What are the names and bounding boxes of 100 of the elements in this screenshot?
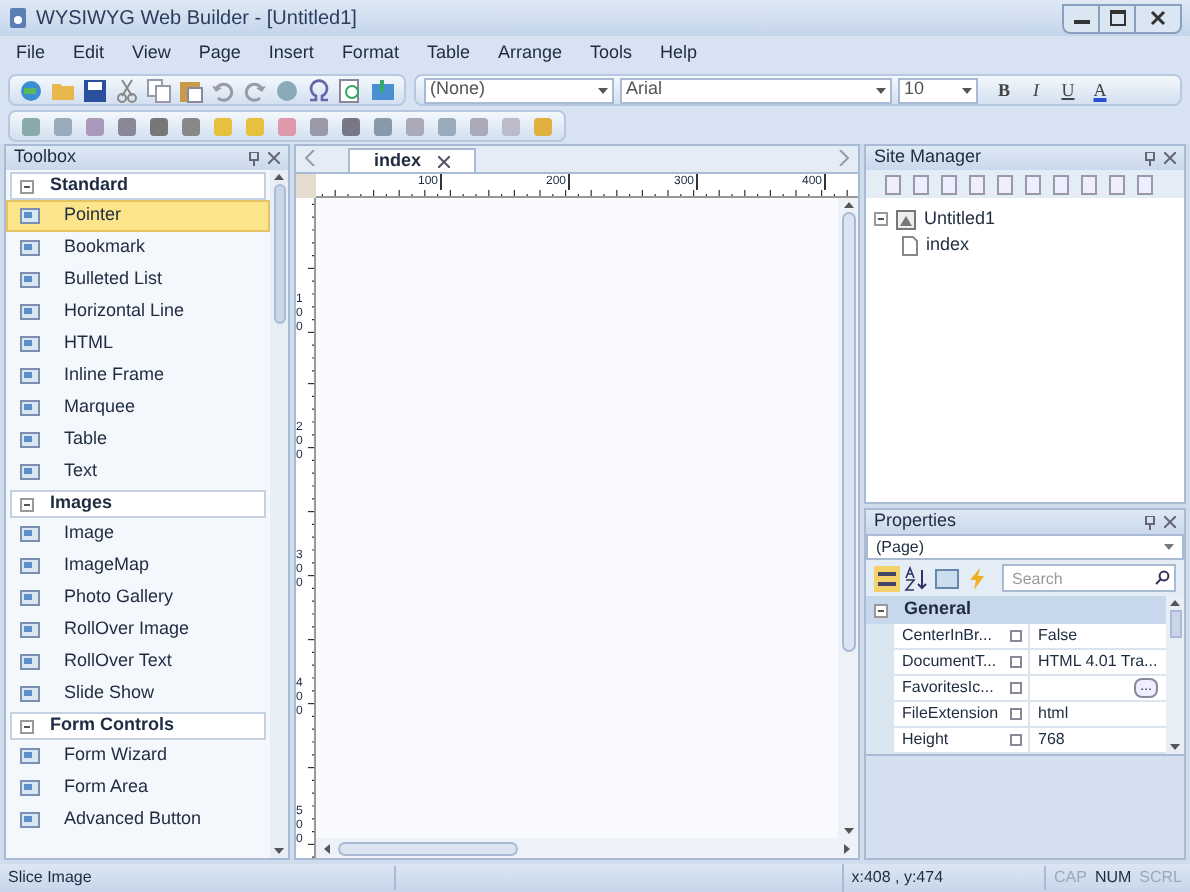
menu-item[interactable]: Table [426, 40, 470, 68]
collapse-icon[interactable] [20, 719, 34, 733]
toolbox-item[interactable]: Marquee [6, 392, 270, 424]
search-field[interactable]: Search [1002, 564, 1176, 592]
object-dropdown[interactable]: (Page) [866, 534, 1184, 560]
maximize-icon [1109, 10, 1125, 26]
collapse-icon[interactable] [874, 603, 888, 617]
window-title: WYSIWYG Web Builder - [Untitled1] [36, 5, 357, 33]
category-header[interactable]: Standard [10, 172, 266, 200]
undo-icon[interactable] [210, 77, 236, 103]
toolbox-item[interactable]: Form Area [6, 772, 270, 804]
italic-button[interactable]: I [1024, 77, 1048, 103]
scroll-thumb[interactable] [273, 184, 285, 324]
preview-icon[interactable] [338, 77, 364, 103]
publish-icon[interactable] [370, 77, 396, 103]
property-value[interactable]: 768 [1038, 728, 1065, 752]
redo-icon[interactable] [242, 77, 268, 103]
font-color-button[interactable]: A [1088, 77, 1112, 103]
scroll-thumb[interactable] [1169, 610, 1181, 638]
tab-scroll-left-icon[interactable] [304, 150, 316, 166]
scrollbar[interactable] [1166, 596, 1184, 754]
document-tab[interactable]: index [348, 148, 476, 172]
menu-item[interactable]: Tools [590, 40, 633, 68]
right-arrow-icon[interactable] [844, 843, 850, 853]
categorized-icon[interactable] [874, 565, 900, 591]
paste-icon[interactable] [178, 77, 204, 103]
omega-icon[interactable] [306, 77, 332, 103]
toolbox-item[interactable]: Photo Gallery [6, 582, 270, 614]
menu-item[interactable]: Help [660, 40, 698, 68]
toolbox-item[interactable]: Horizontal Line [6, 296, 270, 328]
property-category[interactable]: General [866, 596, 1166, 624]
tree-item[interactable]: index [926, 231, 970, 259]
cursor-position: x:408 , y:474 [843, 866, 1046, 890]
vertical-scrollbar[interactable] [838, 198, 858, 838]
scroll-thumb[interactable] [841, 212, 855, 652]
property-icon [1010, 734, 1022, 746]
property-name: Height [902, 728, 949, 752]
sort-icon[interactable] [904, 565, 930, 591]
app-icon [8, 6, 28, 30]
property-value[interactable]: HTML 4.01 Tra... [1038, 650, 1158, 674]
status-message: Slice Image [0, 866, 397, 890]
bold-button[interactable]: B [992, 77, 1016, 103]
close-icon[interactable] [1164, 515, 1176, 527]
status-indicator: SCRL [1139, 866, 1182, 890]
toolbox-item[interactable]: Table [6, 424, 270, 456]
menu-item[interactable]: Format [341, 40, 399, 68]
scroll-thumb[interactable] [338, 841, 518, 855]
cut-icon[interactable] [114, 77, 140, 103]
toolbox-item[interactable]: Text [6, 456, 270, 488]
close-icon[interactable] [437, 155, 450, 167]
menu-item[interactable]: Arrange [497, 40, 562, 68]
left-arrow-icon[interactable] [324, 843, 330, 853]
toolbox-item[interactable]: Inline Frame [6, 360, 270, 392]
copy-icon[interactable] [146, 77, 172, 103]
menu-item[interactable]: View [132, 40, 171, 68]
close-icon[interactable] [1164, 151, 1176, 163]
panel-title: Toolbox [14, 144, 77, 171]
menu-item[interactable]: Page [198, 40, 241, 68]
collapse-icon[interactable] [874, 212, 888, 226]
toolbox-item[interactable]: RollOver Text [6, 646, 270, 678]
property-value[interactable]: False [1038, 624, 1078, 648]
status-indicator: NUM [1094, 866, 1132, 890]
toolbox-item[interactable]: Pointer [6, 200, 270, 232]
pin-icon[interactable] [1144, 515, 1156, 529]
collapse-icon[interactable] [20, 497, 34, 511]
toolbox-item[interactable]: RollOver Image [6, 614, 270, 646]
caret-icon [962, 87, 972, 93]
category-header[interactable]: Images [10, 490, 266, 518]
toolbox-item[interactable]: Bookmark [6, 232, 270, 264]
lightning-icon[interactable] [964, 565, 990, 591]
style-dropdown[interactable]: (None) [424, 77, 614, 103]
toolbox-item[interactable]: Image [6, 518, 270, 550]
toolbox-item[interactable]: Advanced Button [6, 804, 270, 836]
underline-button[interactable]: U [1056, 77, 1080, 103]
font-dropdown[interactable]: Arial [620, 77, 892, 103]
property-icon [1010, 630, 1022, 642]
category-header[interactable]: Form Controls [10, 712, 266, 740]
status-indicator: CAP [1053, 866, 1087, 890]
toolbox-item[interactable]: Form Wizard [6, 740, 270, 772]
collapse-icon[interactable] [20, 179, 34, 193]
globe-icon[interactable] [18, 77, 44, 103]
menu-item[interactable]: Insert [268, 40, 314, 68]
size-dropdown[interactable]: 10 [898, 77, 978, 103]
property-value[interactable]: html [1038, 702, 1069, 726]
save-icon[interactable] [82, 77, 108, 103]
tree-item[interactable]: Untitled1 [924, 205, 996, 233]
pin-icon[interactable] [1144, 151, 1156, 165]
caret-icon [598, 87, 608, 93]
scrollbar[interactable] [270, 170, 288, 858]
pin-icon[interactable] [248, 151, 260, 165]
toolbox-item[interactable]: ImageMap [6, 550, 270, 582]
toolbox-item[interactable]: HTML [6, 328, 270, 360]
tab-scroll-right-icon[interactable] [838, 150, 850, 166]
toolbox-item[interactable]: Bulleted List [6, 264, 270, 296]
close-icon[interactable] [268, 151, 280, 163]
menu-item[interactable]: File [16, 40, 46, 68]
horizontal-scrollbar[interactable] [316, 838, 858, 858]
caret-icon [1164, 544, 1174, 550]
menu-item[interactable]: Edit [73, 40, 105, 68]
toolbox-item[interactable]: Slide Show [6, 678, 270, 710]
